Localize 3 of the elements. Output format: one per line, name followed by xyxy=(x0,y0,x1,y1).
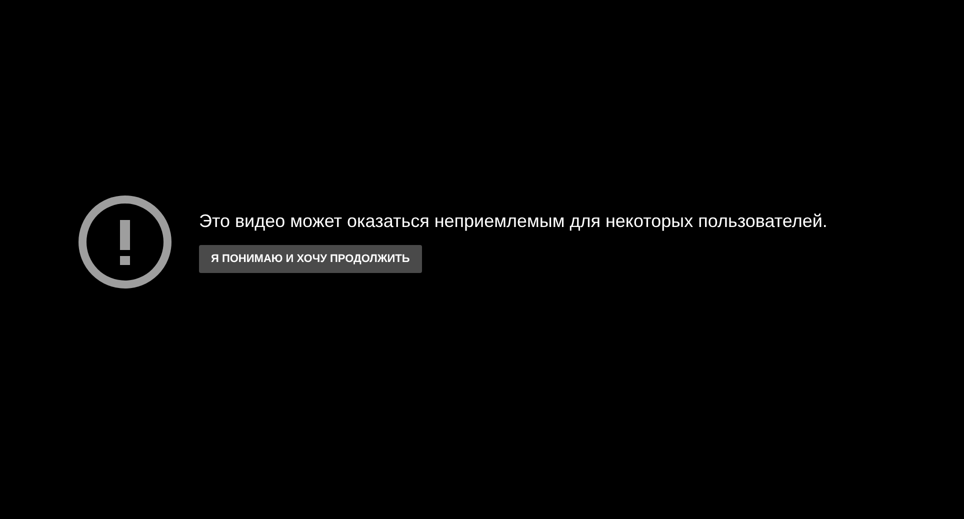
warning-icon xyxy=(78,195,172,289)
warning-message: Это видео может оказаться неприемлемым для некоторых пользователей. xyxy=(199,210,828,232)
continue-button[interactable]: Я ПОНИМАЮ И ХОЧУ ПРОДОЛЖИТЬ xyxy=(199,245,422,273)
